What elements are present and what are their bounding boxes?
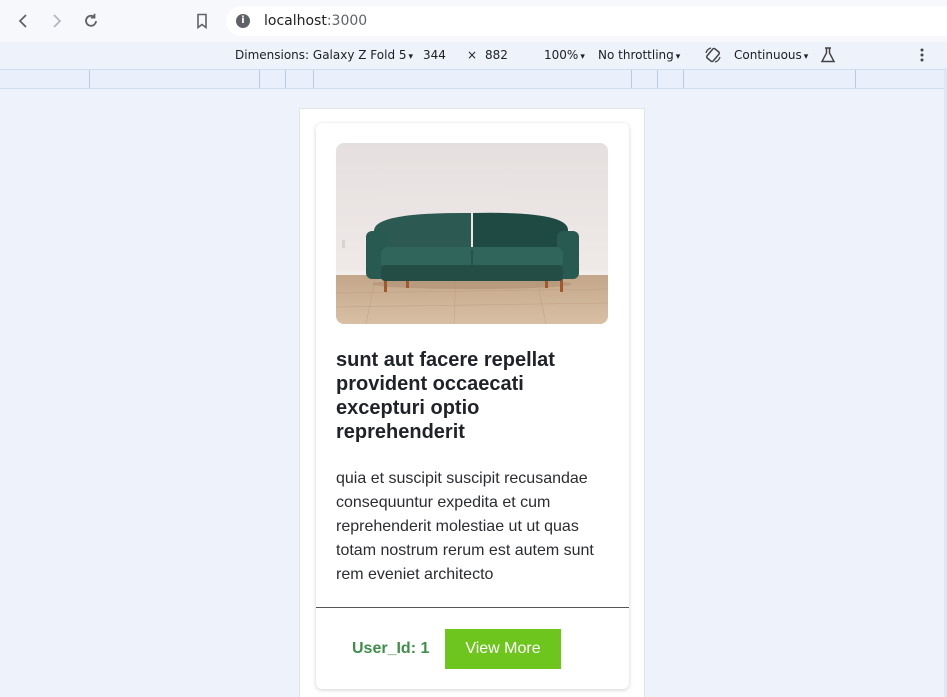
post-card: sunt aut facere repellat provident occae… [316,123,629,689]
device-viewport: sunt aut facere repellat provident occae… [299,108,645,697]
throttling-label: No throttling [598,48,674,62]
reload-icon[interactable] [80,10,102,32]
ruler-tick [285,70,286,88]
media-query-ruler[interactable] [0,69,947,89]
chevron-down-icon: ▾ [580,52,585,62]
address-bar[interactable]: i localhost:3000 [226,6,947,36]
flask-icon[interactable] [820,46,836,67]
bookmark-icon[interactable] [191,10,213,32]
view-more-button[interactable]: View More [445,629,561,669]
back-icon[interactable] [12,10,34,32]
ruler-tick [657,70,658,88]
width-input[interactable]: 344 [423,48,446,62]
forward-icon[interactable] [46,10,68,32]
zoom-dropdown[interactable]: 100% ▾ [544,48,585,62]
site-info-icon[interactable]: i [236,14,250,28]
user-id-label: User_Id: 1 [352,640,430,657]
sofa-image [336,143,608,324]
card-divider [316,607,629,608]
url-text[interactable]: localhost:3000 [264,13,367,29]
chevron-down-icon: ▾ [675,52,681,62]
chevron-down-icon: ▾ [408,52,414,62]
continuous-label: Continuous [734,48,802,62]
rotate-icon[interactable] [704,46,722,67]
more-vert-icon[interactable] [915,46,929,67]
browser-toolbar: i localhost:3000 [0,0,947,42]
ruler-tick [855,70,856,88]
card-body: quia et suscipit suscipit recusandae con… [336,470,594,583]
ruler-tick [683,70,684,88]
continuous-dropdown[interactable]: Continuous ▾ [734,48,808,62]
zoom-label: 100% [544,48,579,62]
ruler-tick [89,70,90,88]
dimensions-dropdown[interactable]: Dimensions: Galaxy Z Fold 5 ▾ [235,48,413,62]
ruler-tick [313,70,314,88]
height-input[interactable]: 882 [485,48,508,62]
chevron-down-icon: ▾ [803,52,809,62]
throttling-dropdown[interactable]: No throttling ▾ [598,48,680,62]
ruler-tick [259,70,260,88]
url-port: :3000 [326,13,368,29]
url-host: localhost [264,13,327,29]
ruler-tick [631,70,632,88]
dimensions-label: Dimensions: Galaxy Z Fold 5 [235,48,407,62]
device-toolbar: Dimensions: Galaxy Z Fold 5 ▾ 344 × 882 1… [0,42,947,69]
card-title: sunt aut facere repellat provident occae… [336,349,555,443]
dimension-separator: × [467,48,478,62]
